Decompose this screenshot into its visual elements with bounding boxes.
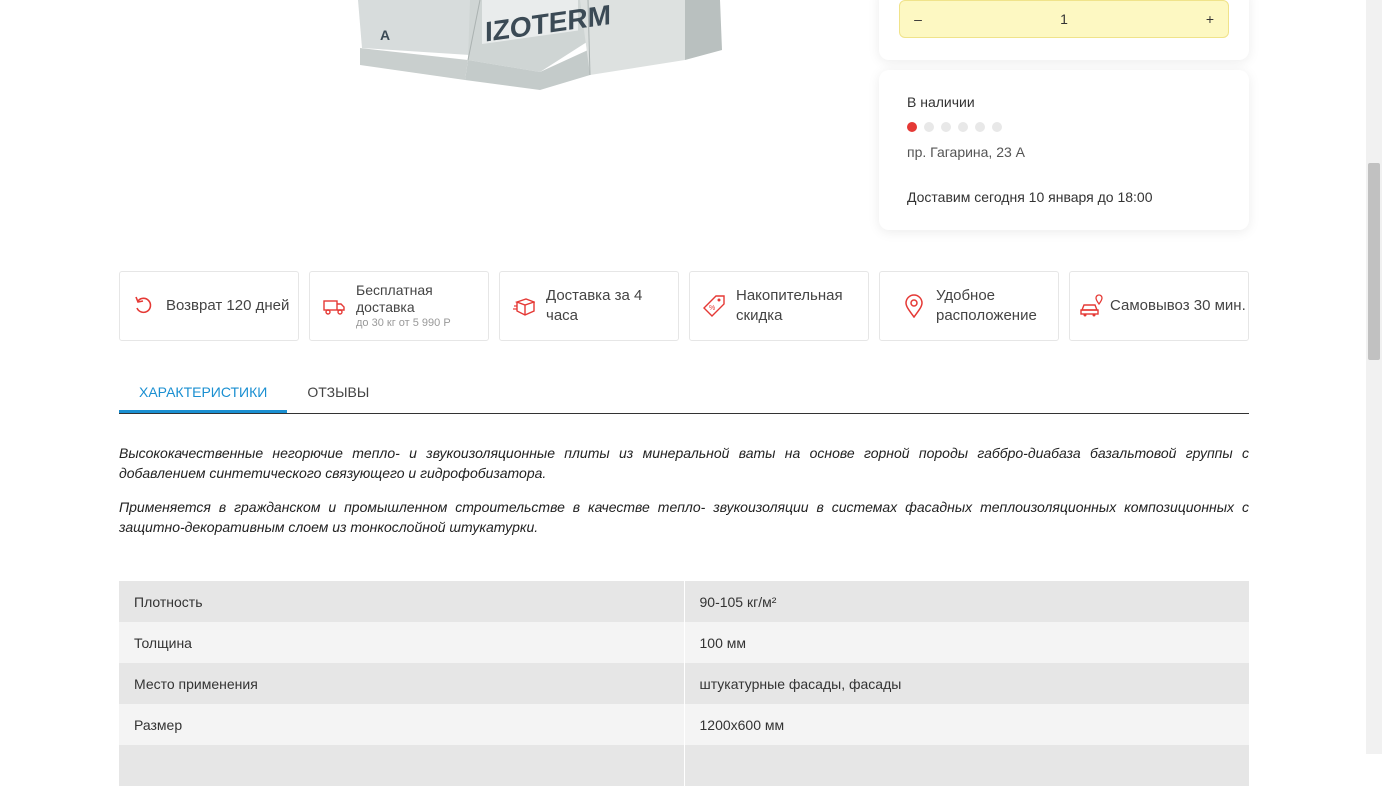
stock-level-dot	[941, 122, 951, 132]
feature-label: Возврат 120 дней	[166, 297, 290, 314]
feature-sublabel: до 30 кг от 5 990 Р	[356, 317, 451, 329]
table-row: Размер 1200х600 мм	[119, 704, 1249, 745]
table-row: Плотность 90-105 кг/м²	[119, 581, 1249, 622]
specs-table: Плотность 90-105 кг/м² Толщина 100 мм Ме…	[119, 581, 1249, 786]
spec-value	[684, 745, 1249, 786]
feature-label: Удобное расположение	[936, 287, 1037, 324]
spec-key: Плотность	[119, 581, 685, 622]
box-icon	[512, 294, 536, 318]
decrease-quantity-button[interactable]: –	[900, 11, 936, 27]
stock-level-dot	[958, 122, 968, 132]
location-pin-icon	[902, 294, 926, 318]
stock-level-dot	[992, 122, 1002, 132]
stock-level-dot	[907, 122, 917, 132]
spec-value: 1200х600 мм	[684, 704, 1249, 745]
svg-text:A: A	[380, 27, 390, 43]
spec-key	[119, 745, 685, 786]
features-row: Возврат 120 дней Бесплатная доставка до …	[119, 271, 1249, 341]
quantity-value[interactable]: 1	[936, 11, 1192, 27]
feature-label: Накопительная скидка	[736, 287, 843, 324]
tab-reviews[interactable]: ОТЗЫВЫ	[287, 372, 389, 413]
stock-level-dot	[924, 122, 934, 132]
feature-discount: % Накопительная скидка	[689, 271, 869, 341]
table-row: Толщина 100 мм	[119, 622, 1249, 663]
description-paragraph: Высококачественные негорючие тепло- и зв…	[119, 445, 1249, 481]
product-tabs: ХАРАКТЕРИСТИКИ ОТЗЫВЫ	[119, 372, 1249, 414]
spec-key: Толщина	[119, 622, 685, 663]
stock-card: В наличии пр. Гагарина, 23 А Доставим се…	[879, 70, 1249, 230]
product-description: Высококачественные негорючие тепло- и зв…	[119, 443, 1249, 551]
store-address[interactable]: пр. Гагарина, 23 А	[907, 144, 1025, 160]
feature-text-group: Бесплатная доставка до 30 кг от 5 990 Р	[356, 282, 488, 330]
feature-return: Возврат 120 дней	[119, 271, 299, 341]
page-scrollbar[interactable]	[1366, 0, 1382, 754]
tab-characteristics[interactable]: ХАРАКТЕРИСТИКИ	[119, 372, 288, 413]
quantity-card: – 1 +	[879, 0, 1249, 60]
feature-label: Бесплатная доставка	[356, 282, 433, 315]
quantity-stepper[interactable]: – 1 +	[899, 0, 1229, 38]
description-paragraph: Применяется в гражданском и промышленном…	[119, 499, 1249, 535]
free-delivery-truck-icon	[322, 294, 346, 318]
spec-value: штукатурные фасады, фасады	[684, 663, 1249, 704]
stock-level-dot	[975, 122, 985, 132]
spec-value: 90-105 кг/м²	[684, 581, 1249, 622]
feature-pickup: Самовывоз 30 мин.	[1069, 271, 1249, 341]
feature-label: Доставка за 4 часа	[546, 287, 643, 324]
feature-delivery-4h: Доставка за 4 часа	[499, 271, 679, 341]
increase-quantity-button[interactable]: +	[1192, 11, 1228, 27]
car-pickup-icon	[1080, 294, 1104, 318]
discount-tag-icon: %	[702, 294, 726, 318]
delivery-info: Доставим сегодня 10 января до 18:00	[907, 189, 1153, 205]
return-icon	[132, 294, 156, 318]
table-row: Место применения штукатурные фасады, фас…	[119, 663, 1249, 704]
stock-level-indicator	[907, 122, 1002, 132]
spec-value: 100 мм	[684, 622, 1249, 663]
product-image: IZOTERM A	[340, 0, 740, 100]
feature-location: Удобное расположение	[879, 271, 1059, 341]
stock-status: В наличии	[907, 94, 975, 110]
feature-free-delivery: Бесплатная доставка до 30 кг от 5 990 Р	[309, 271, 489, 341]
table-row	[119, 745, 1249, 786]
svg-text:%: %	[709, 305, 715, 312]
feature-label: Самовывоз 30 мин.	[1110, 297, 1246, 314]
spec-key: Место применения	[119, 663, 685, 704]
spec-key: Размер	[119, 704, 685, 745]
scrollbar-thumb[interactable]	[1368, 163, 1380, 360]
